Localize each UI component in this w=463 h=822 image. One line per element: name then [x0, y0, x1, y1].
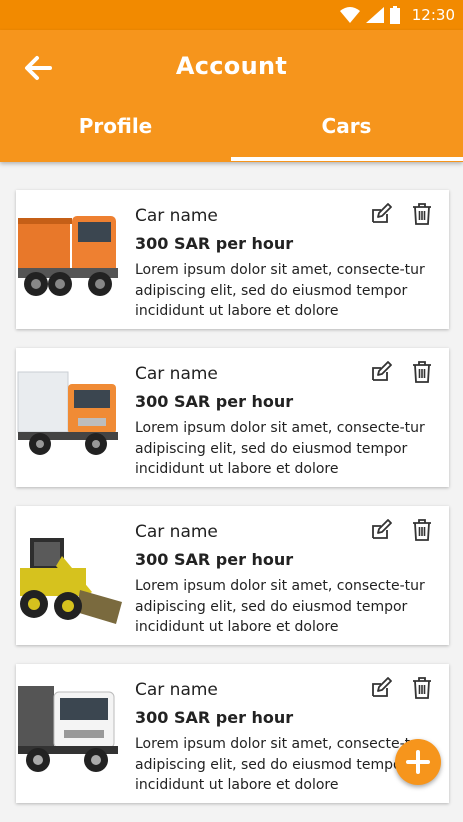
- app-bar: Account Profile Cars: [0, 30, 463, 162]
- car-name: Car name: [135, 680, 218, 700]
- wifi-icon: [339, 7, 360, 23]
- signal-icon: [365, 7, 384, 23]
- car-price: 300 SAR per hour: [135, 392, 294, 411]
- car-image: [20, 538, 122, 624]
- edit-button[interactable]: [369, 202, 393, 226]
- edit-button[interactable]: [369, 360, 393, 384]
- car-image: [18, 686, 118, 772]
- add-car-button[interactable]: [395, 739, 441, 785]
- car-price: 300 SAR per hour: [135, 708, 294, 727]
- tab-profile[interactable]: Profile: [0, 114, 231, 138]
- trash-icon: [413, 361, 431, 383]
- car-name: Car name: [135, 364, 218, 384]
- car-image: [17, 371, 118, 455]
- car-description: Lorem ipsum dolor sit amet, consecte-tur…: [135, 736, 425, 793]
- edit-icon: [372, 519, 392, 539]
- status-bar: 12:30: [0, 0, 463, 30]
- delete-button[interactable]: [410, 202, 434, 226]
- trash-icon: [413, 203, 431, 225]
- car-card[interactable]: Car name 300 SAR per hour Lorem ipsum do…: [16, 348, 449, 487]
- battery-icon: [389, 6, 400, 24]
- page-title: Account: [175, 52, 288, 80]
- car-card[interactable]: Car name 300 SAR per hour Lorem ipsum do…: [16, 664, 449, 803]
- plus-icon: [406, 750, 430, 774]
- edit-icon: [372, 677, 392, 697]
- car-card[interactable]: Car name 300 SAR per hour Lorem ipsum do…: [16, 506, 449, 645]
- trash-icon: [413, 519, 431, 541]
- car-description: Lorem ipsum dolor sit amet, consecte-tur…: [135, 262, 425, 319]
- car-name: Car name: [135, 206, 218, 226]
- car-name: Car name: [135, 522, 218, 542]
- car-price: 300 SAR per hour: [135, 550, 294, 569]
- car-price: 300 SAR per hour: [135, 234, 294, 253]
- edit-button[interactable]: [369, 518, 393, 542]
- tab-indicator: [231, 157, 463, 161]
- edit-icon: [372, 203, 392, 223]
- edit-icon: [372, 361, 392, 381]
- delete-button[interactable]: [410, 360, 434, 384]
- car-card[interactable]: Car name 300 SAR per hour Lorem ipsum do…: [16, 190, 449, 329]
- tab-cars[interactable]: Cars: [231, 114, 462, 138]
- delete-button[interactable]: [410, 518, 434, 542]
- edit-button[interactable]: [369, 676, 393, 700]
- delete-button[interactable]: [410, 676, 434, 700]
- trash-icon: [413, 677, 431, 699]
- car-image: [18, 216, 118, 296]
- car-description: Lorem ipsum dolor sit amet, consecte-tur…: [135, 578, 425, 635]
- status-time: 12:30: [411, 6, 455, 24]
- car-description: Lorem ipsum dolor sit amet, consecte-tur…: [135, 420, 425, 477]
- car-list: Car name 300 SAR per hour Lorem ipsum do…: [16, 190, 449, 822]
